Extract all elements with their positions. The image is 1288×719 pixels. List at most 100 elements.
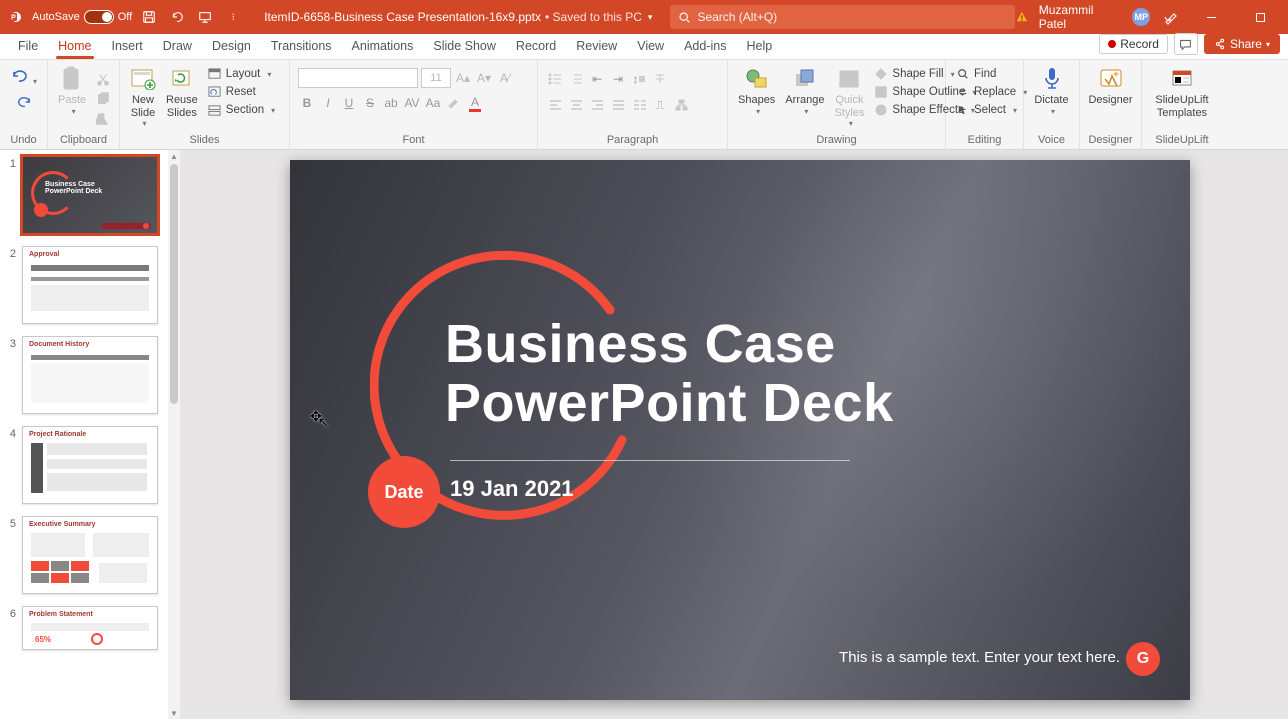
app-icon: P [6, 7, 26, 27]
tab-insert[interactable]: Insert [102, 35, 153, 59]
layout-button[interactable]: Layout▾ [206, 66, 277, 82]
thumb3-title: Document History [29, 341, 89, 348]
replace-button[interactable]: Replace▾ [954, 84, 1029, 100]
columns-button [630, 96, 648, 114]
ribbon-home: ▾ Undo Paste▾ Clipboard New Slide▾ [0, 60, 1288, 150]
corner-badge[interactable]: G [1126, 642, 1160, 676]
autosave-state: Off [118, 11, 132, 23]
replace-label: Replace [974, 86, 1016, 98]
filename-dropdown-icon[interactable]: ▾ [648, 12, 653, 23]
save-button[interactable] [138, 6, 160, 28]
select-button[interactable]: Select▾ [954, 102, 1029, 118]
scroll-up-icon[interactable]: ▲ [168, 150, 180, 162]
maximize-button[interactable] [1241, 3, 1280, 31]
dictate-button[interactable]: Dictate▾ [1032, 64, 1070, 116]
tab-design[interactable]: Design [202, 35, 261, 59]
reuse-slides-button[interactable]: Reuse Slides [164, 64, 200, 119]
date-badge[interactable]: Date [368, 456, 440, 528]
minimize-button[interactable] [1192, 3, 1231, 31]
quick-styles-label: Quick Styles [834, 94, 864, 119]
thumbnail-number: 5 [4, 516, 16, 594]
designer-button[interactable]: Designer [1086, 64, 1134, 107]
shapes-button[interactable]: Shapes▾ [736, 64, 777, 116]
thumb1-line2: PowerPoint Deck [45, 188, 102, 195]
undo-qat-button[interactable] [166, 6, 188, 28]
record-button[interactable]: Record [1099, 34, 1168, 54]
reset-button[interactable]: Reset [206, 84, 277, 100]
justify-button [609, 96, 627, 114]
new-slide-label: New Slide [131, 94, 155, 119]
present-button[interactable] [194, 6, 216, 28]
undo-button[interactable]: ▾ [10, 68, 37, 89]
tab-record[interactable]: Record [506, 35, 566, 59]
user-avatar[interactable]: MP [1132, 8, 1150, 26]
section-button[interactable]: Section▾ [206, 102, 277, 118]
shadow-button: ab [382, 94, 400, 112]
clear-formatting-button: A⁄ [496, 69, 514, 87]
cut-button [94, 70, 112, 88]
arrange-label: Arrange [785, 94, 824, 107]
thumbnail-number: 1 [4, 156, 16, 234]
align-left-button [546, 96, 564, 114]
record-dot-icon [1108, 40, 1116, 48]
user-name[interactable]: Muzammil Patel [1039, 3, 1123, 31]
font-color-button: A [466, 94, 484, 112]
tab-view[interactable]: View [627, 35, 674, 59]
reuse-slides-label: Reuse Slides [166, 94, 198, 119]
thumbnail-6[interactable]: 6 Problem Statement 65% [4, 606, 164, 650]
date-badge-label: Date [384, 482, 423, 503]
find-button[interactable]: Find [954, 66, 1029, 82]
tab-help[interactable]: Help [736, 35, 782, 59]
redo-button[interactable] [14, 95, 34, 114]
slide-editor[interactable]: Business Case PowerPoint Deck Date 19 Ja… [180, 150, 1288, 719]
search-icon [678, 11, 691, 24]
thumb2-title: Approval [29, 251, 59, 258]
slide-thumbnails-panel: 1 Business CasePowerPoint Deck 2 Approva… [0, 150, 180, 719]
dictate-label: Dictate [1034, 94, 1068, 107]
thumbnail-3[interactable]: 3 Document History [4, 336, 164, 414]
autosave-toggle[interactable]: AutoSave Off [32, 10, 132, 24]
arrange-button[interactable]: Arrange▾ [783, 64, 826, 116]
qat-more-button[interactable]: ⁝ [222, 6, 244, 28]
thumbnail-1[interactable]: 1 Business CasePowerPoint Deck [4, 156, 164, 234]
scroll-down-icon[interactable]: ▼ [168, 707, 180, 719]
thumb1-line1: Business Case [45, 181, 95, 188]
group-label-undo: Undo [8, 134, 39, 149]
share-icon [1214, 38, 1226, 50]
share-button[interactable]: Share▾ [1204, 34, 1280, 54]
search-box[interactable]: Search (Alt+Q) [670, 5, 1015, 29]
slide-footer-text[interactable]: This is a sample text. Enter your text h… [839, 649, 1120, 666]
tab-file[interactable]: File [8, 35, 48, 59]
slide-canvas[interactable]: Business Case PowerPoint Deck Date 19 Ja… [290, 160, 1190, 700]
tab-addins[interactable]: Add-ins [674, 35, 736, 59]
tab-home[interactable]: Home [48, 35, 101, 59]
tab-slideshow[interactable]: Slide Show [423, 35, 506, 59]
tab-animations[interactable]: Animations [342, 35, 424, 59]
new-slide-button[interactable]: New Slide▾ [128, 64, 158, 128]
slideuplift-button[interactable]: SlideUpLift Templates [1153, 64, 1210, 119]
thumbnail-5[interactable]: 5 Executive Summary [4, 516, 164, 594]
thumbnail-2[interactable]: 2 Approval [4, 246, 164, 324]
tab-review[interactable]: Review [566, 35, 627, 59]
italic-button: I [319, 94, 337, 112]
select-label: Select [974, 104, 1006, 116]
decrease-indent-button: ⇤ [588, 70, 606, 88]
date-value[interactable]: 19 Jan 2021 [450, 476, 574, 502]
move-cursor-icon: ✥↖ [310, 408, 333, 425]
char-spacing-button: AV [403, 94, 421, 112]
tab-draw[interactable]: Draw [153, 35, 202, 59]
slide-title[interactable]: Business Case PowerPoint Deck [445, 315, 894, 434]
group-label-paragraph: Paragraph [546, 134, 719, 149]
bullets-button [546, 70, 564, 88]
group-label-editing: Editing [954, 134, 1015, 149]
thumbnail-4[interactable]: 4 Project Rationale [4, 426, 164, 504]
thumbnails-scrollbar[interactable]: ▲ ▼ [168, 150, 180, 719]
thumb6-title: Problem Statement [29, 611, 93, 618]
tab-transitions[interactable]: Transitions [261, 35, 342, 59]
increase-font-button: A▴ [454, 69, 472, 87]
slideuplift-label: SlideUpLift Templates [1155, 94, 1208, 119]
scrollbar-thumb[interactable] [170, 164, 178, 404]
highlight-button [445, 94, 463, 112]
pen-mode-button[interactable] [1160, 6, 1182, 28]
comments-button[interactable] [1174, 33, 1198, 55]
